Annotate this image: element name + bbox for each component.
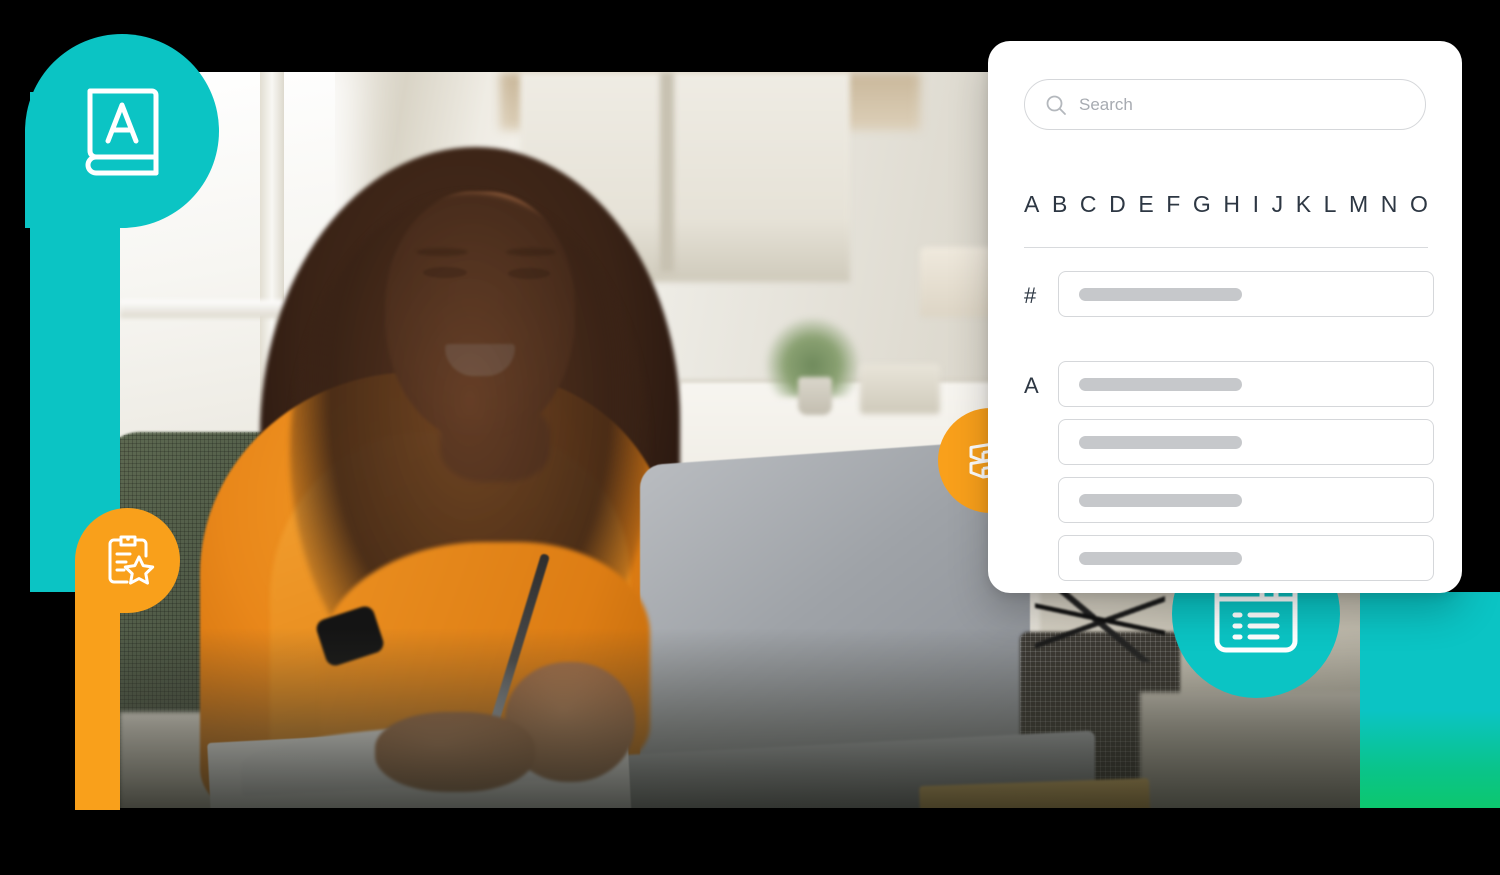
search-input[interactable] [1079,94,1405,115]
glossary-group-hash: # [1016,271,1434,317]
alpha-letter-f[interactable]: F [1166,193,1180,216]
alpha-letter-c[interactable]: C [1080,193,1097,216]
alpha-letter-n[interactable]: N [1381,193,1398,216]
list-item[interactable] [1058,361,1434,407]
group-label-a: A [1024,373,1039,398]
alpha-letter-g[interactable]: G [1193,193,1211,216]
list-item-placeholder [1079,551,1242,565]
alpha-letter-a[interactable]: A [1024,193,1039,216]
glossary-search-card: A B C D E F G H I J K L M N O # [988,41,1462,593]
clipboard-star-icon [108,535,154,585]
alpha-letter-h[interactable]: H [1223,193,1240,216]
list-item-placeholder [1079,435,1242,449]
alpha-letter-d[interactable]: D [1109,193,1126,216]
card-divider [1024,247,1428,248]
list-item[interactable] [1058,271,1434,317]
badge-clipboard-star[interactable] [75,508,180,613]
badge-book-a[interactable] [25,34,219,228]
book-a-icon [85,88,159,176]
alpha-letter-k[interactable]: K [1296,193,1311,216]
alpha-letter-b[interactable]: B [1052,193,1067,216]
photo-doorframe-edge [660,72,674,272]
list-item-placeholder [1079,377,1242,391]
list-item[interactable] [1058,535,1434,581]
list-item[interactable] [1058,419,1434,465]
search-box[interactable] [1024,79,1426,130]
alpha-letter-m[interactable]: M [1349,193,1368,216]
photo-jars [860,364,940,414]
list-item[interactable] [1058,477,1434,523]
search-icon [1046,95,1066,115]
group-label-hash: # [1024,283,1037,308]
group-rows-hash [1058,271,1434,317]
alpha-letter-j[interactable]: J [1272,193,1284,216]
list-item-placeholder [1079,493,1242,507]
glossary-group-a: A [1016,361,1434,581]
group-rows-a [1058,361,1434,581]
alpha-letter-e[interactable]: E [1138,193,1153,216]
alphabet-filter: A B C D E F G H I J K L M N O [1024,193,1428,216]
alpha-letter-l[interactable]: L [1324,193,1337,216]
hero-stage: A B C D E F G H I J K L M N O # [0,0,1500,875]
alpha-letter-i[interactable]: I [1253,193,1259,216]
list-item-placeholder [1079,287,1242,301]
photo-vase [798,377,832,415]
alpha-letter-o[interactable]: O [1410,193,1428,216]
